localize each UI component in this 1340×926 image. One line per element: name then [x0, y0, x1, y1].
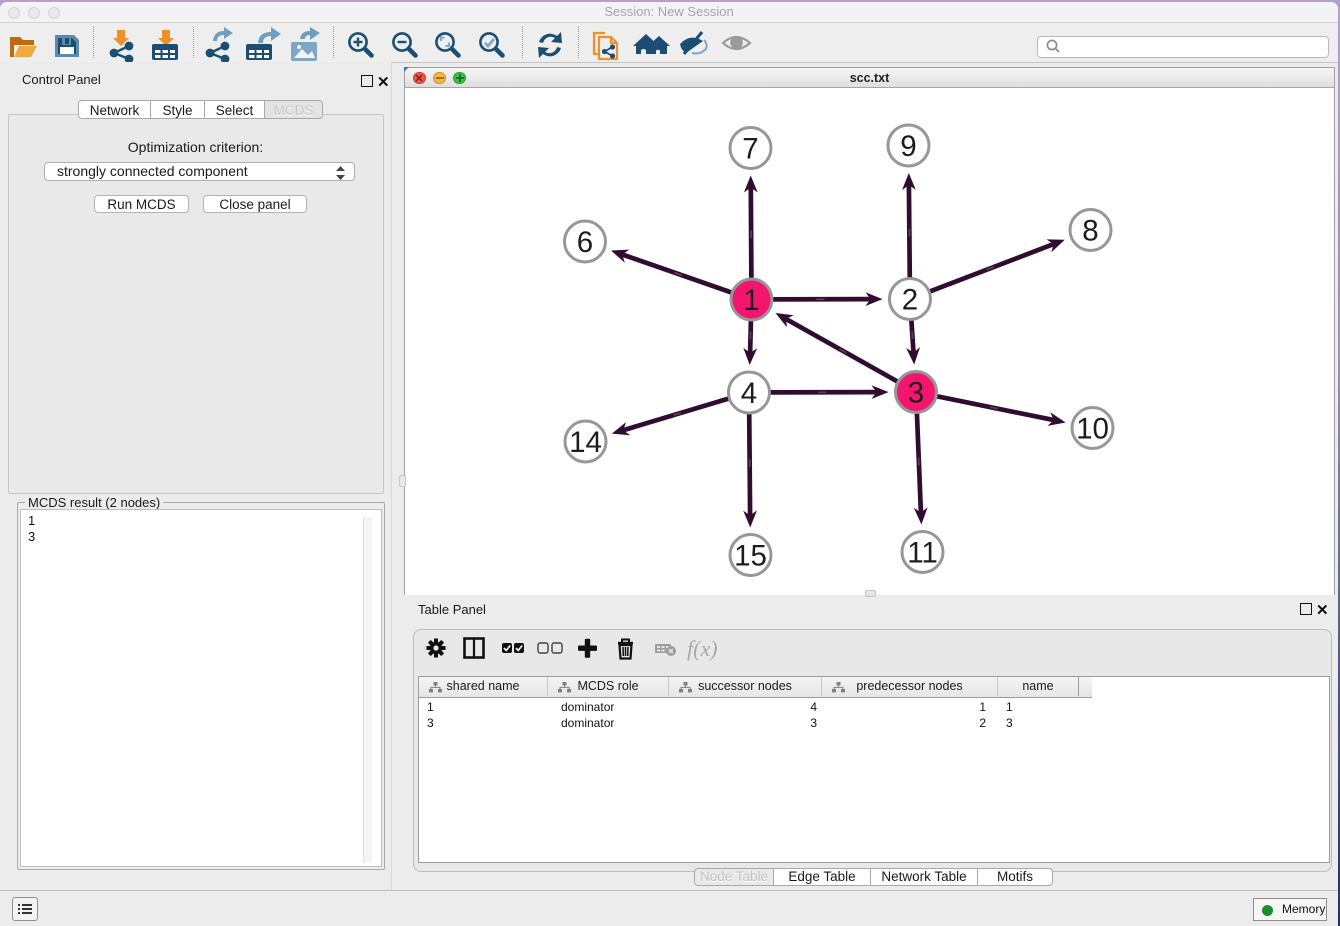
svg-text:9: 9 [900, 130, 916, 163]
svg-text:3: 3 [907, 377, 923, 410]
svg-text:4: 4 [740, 377, 756, 410]
svg-text:f(x): f(x) [687, 636, 718, 661]
svg-text:7: 7 [742, 133, 758, 166]
svg-text:14: 14 [569, 426, 602, 459]
svg-text:15: 15 [734, 540, 767, 573]
svg-text:11: 11 [907, 537, 938, 570]
svg-text:1: 1 [743, 284, 759, 317]
svg-text:6: 6 [576, 226, 592, 259]
svg-text:10: 10 [1076, 413, 1109, 446]
svg-text:2: 2 [901, 284, 917, 317]
svg-text:8: 8 [1082, 215, 1098, 248]
